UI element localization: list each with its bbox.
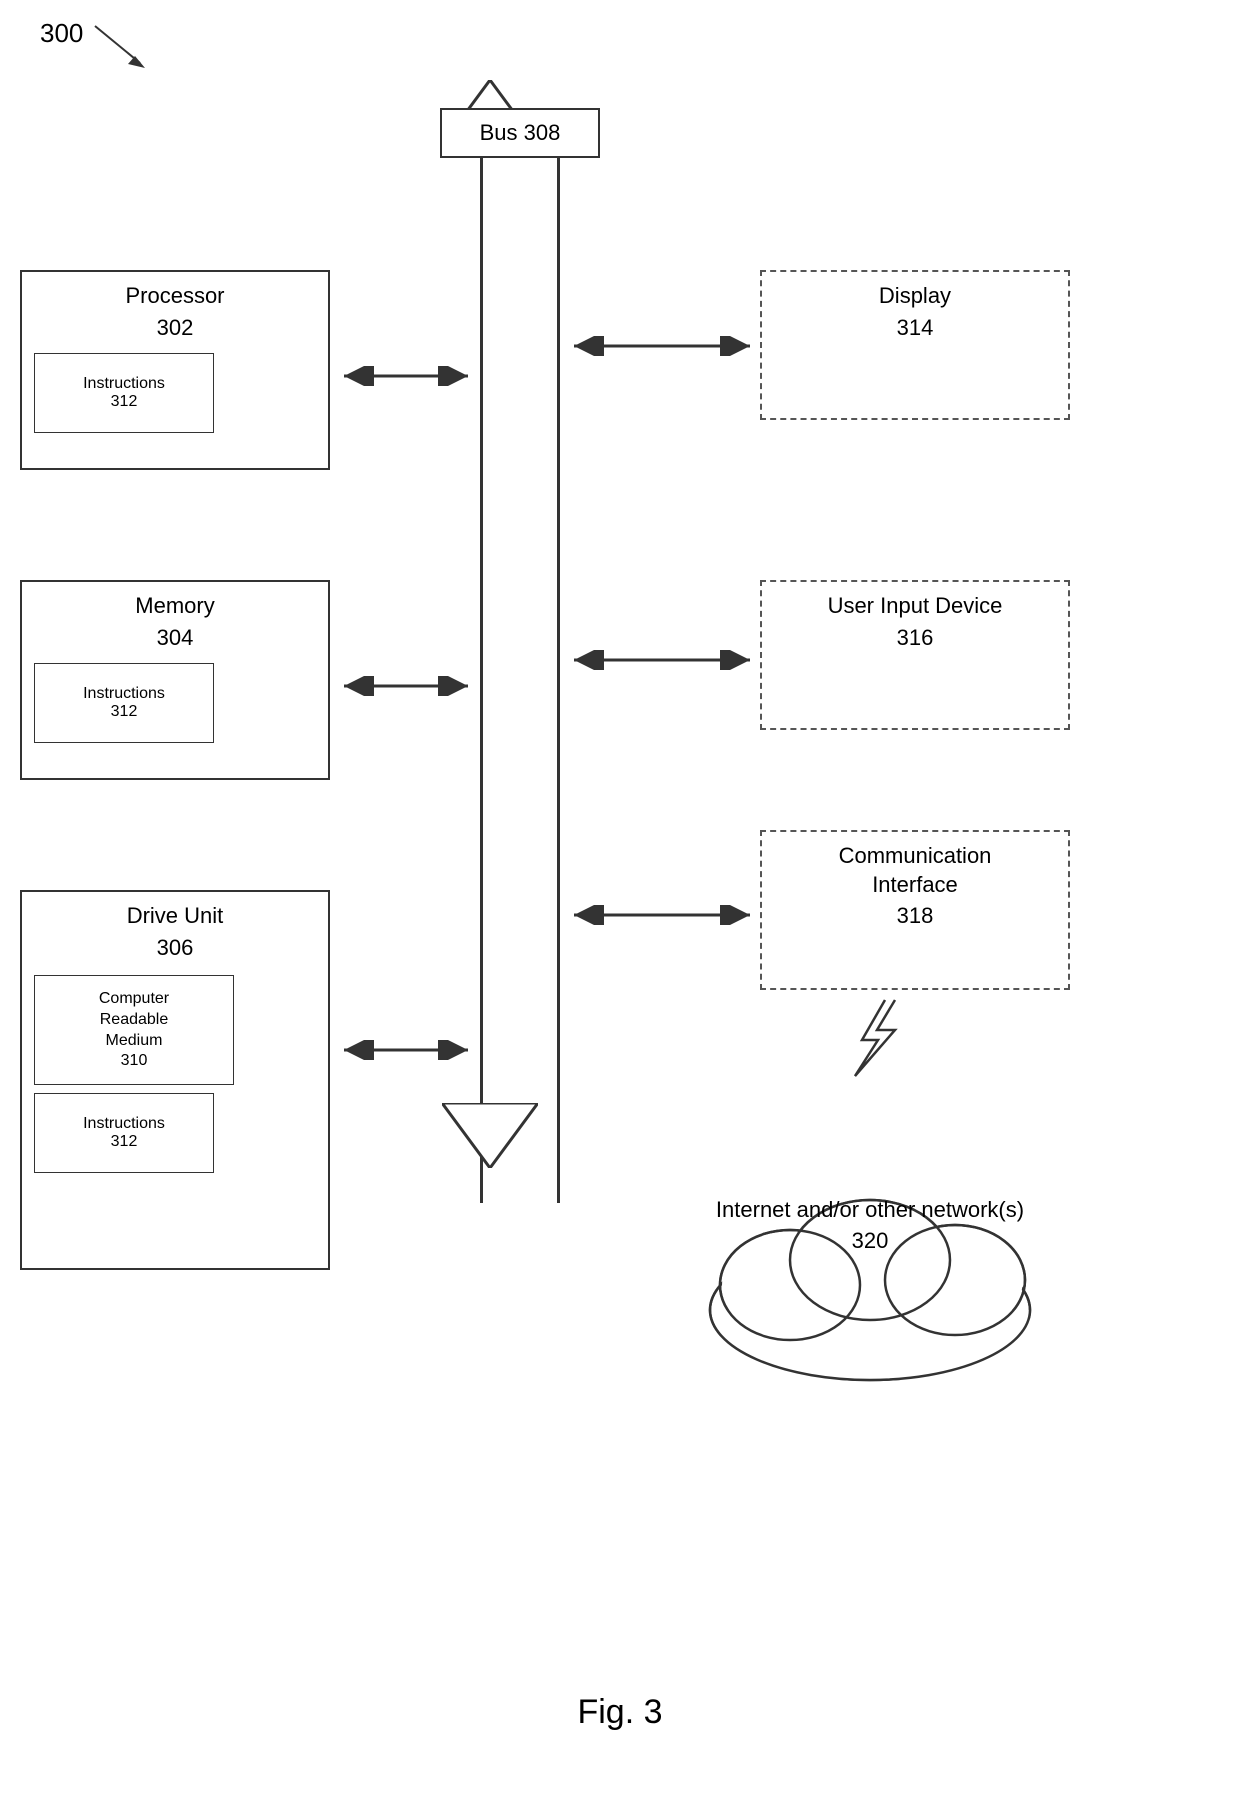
figure-caption: Fig. 3 xyxy=(0,1693,1240,1732)
processor-box: Processor 302 Instructions 312 xyxy=(20,270,330,470)
diagram: 300 Bus 308 Processor 302 Instructions 3… xyxy=(0,0,1240,1812)
drive-instructions-label: Instructions xyxy=(83,1115,165,1133)
bus-shaft xyxy=(480,133,560,1203)
cloud-label: Internet and/or other network(s) xyxy=(716,1197,1024,1222)
drive-instructions-box: Instructions 312 xyxy=(34,1093,214,1173)
drive-arrow xyxy=(332,1040,480,1060)
memory-instructions-label: Instructions xyxy=(83,685,165,703)
comm-arrow xyxy=(562,905,762,925)
memory-instructions-number: 312 xyxy=(111,703,138,721)
display-arrow xyxy=(562,336,762,356)
drive-instructions-number: 312 xyxy=(111,1133,138,1151)
memory-title: Memory xyxy=(22,582,328,625)
processor-title: Processor xyxy=(22,272,328,315)
user-input-box: User Input Device 316 xyxy=(760,580,1070,730)
memory-instructions-box: Instructions 312 xyxy=(34,663,214,743)
processor-number: 302 xyxy=(22,315,328,345)
memory-box: Memory 304 Instructions 312 xyxy=(20,580,330,780)
processor-instructions-number: 312 xyxy=(111,393,138,411)
computer-readable-label: ComputerReadableMedium xyxy=(99,989,169,1051)
bus-label: Bus 308 xyxy=(480,120,561,146)
computer-readable-box: ComputerReadableMedium 310 xyxy=(34,975,234,1085)
drive-number: 306 xyxy=(22,935,328,965)
processor-arrow xyxy=(332,366,480,386)
bus-down-arrow xyxy=(442,1103,538,1168)
comm-number: 318 xyxy=(762,903,1068,933)
lightning-bolt xyxy=(840,998,910,1078)
cloud-text: Internet and/or other network(s) 320 xyxy=(695,1195,1045,1257)
cloud-number: 320 xyxy=(852,1228,889,1253)
memory-arrow xyxy=(332,676,480,696)
drive-title: Drive Unit xyxy=(22,892,328,935)
user-input-title: User Input Device xyxy=(762,582,1068,625)
user-input-arrow xyxy=(562,650,762,670)
user-input-number: 316 xyxy=(762,625,1068,655)
display-number: 314 xyxy=(762,315,1068,345)
comm-title: CommunicationInterface xyxy=(762,832,1068,903)
display-box: Display 314 xyxy=(760,270,1070,420)
memory-number: 304 xyxy=(22,625,328,655)
processor-instructions-label: Instructions xyxy=(83,375,165,393)
bus-box: Bus 308 xyxy=(440,108,600,158)
processor-instructions-box: Instructions 312 xyxy=(34,353,214,433)
computer-readable-number: 310 xyxy=(121,1052,148,1070)
figure-arrow xyxy=(40,18,160,78)
drive-box: Drive Unit 306 ComputerReadableMedium 31… xyxy=(20,890,330,1270)
comm-interface-box: CommunicationInterface 318 xyxy=(760,830,1070,990)
display-title: Display xyxy=(762,272,1068,315)
